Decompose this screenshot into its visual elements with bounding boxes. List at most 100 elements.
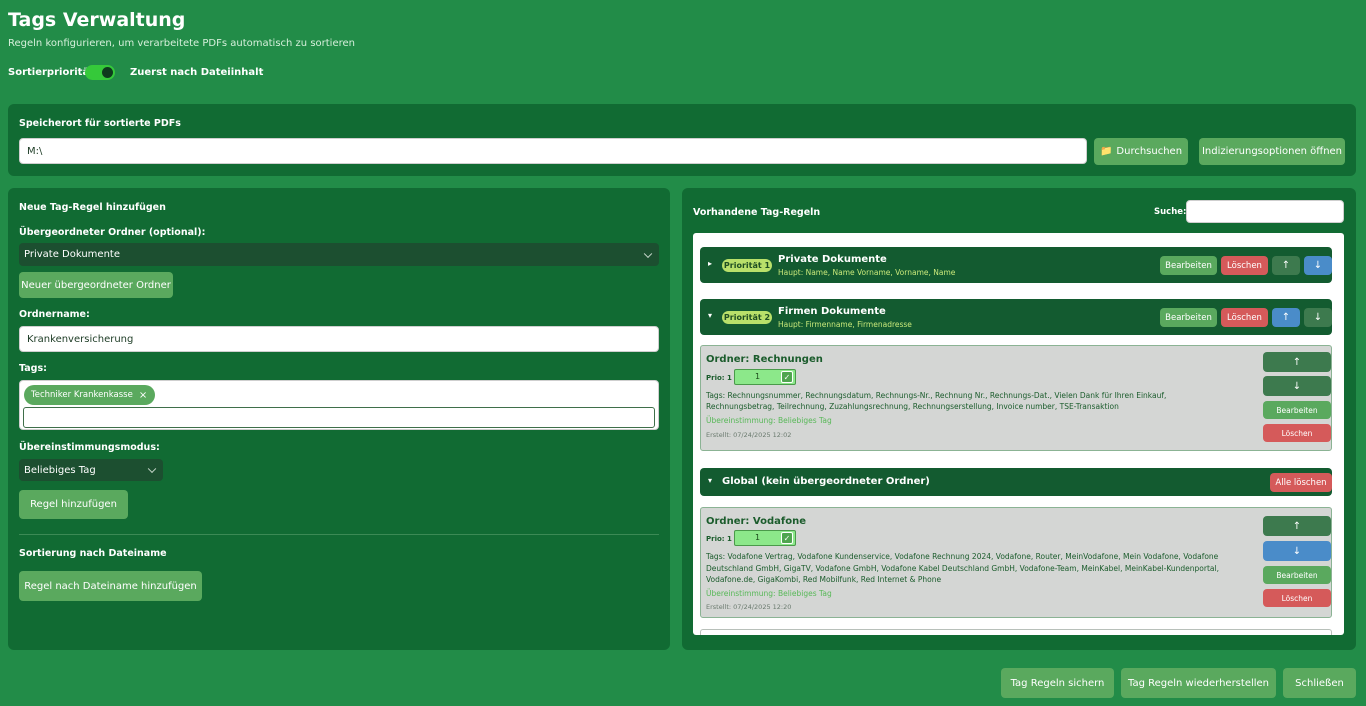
delete-button[interactable]: Löschen <box>1221 308 1268 327</box>
rule-tags-line: Vodafone.de, GigaKombi, Red Mobilfunk, R… <box>706 575 942 584</box>
rule-card-rechnungen: Ordner: Rechnungen Prio: 1 1 ✓ Tags: Rec… <box>700 345 1332 451</box>
rule-tags: Tags: Rechnungsnummer, Rechnungsdatum, R… <box>706 390 1246 412</box>
close-button[interactable]: Schließen <box>1283 668 1356 698</box>
rule-prio-label: Prio: 1 <box>706 535 732 543</box>
arrow-down-icon: ↓ <box>1313 312 1323 323</box>
move-up-button[interactable]: ↑ <box>1272 256 1300 275</box>
confirm-check-icon[interactable]: ✓ <box>781 532 793 544</box>
rule-title: Ordner: Rechnungen <box>706 354 823 365</box>
move-up-button[interactable]: ↑ <box>1263 516 1331 536</box>
rule-tags-line: Tags: Vodafone Vertrag, Vodafone Kundens… <box>706 552 1219 561</box>
match-mode-label: Übereinstimmungsmodus: <box>19 442 160 453</box>
tag-input[interactable] <box>23 407 655 428</box>
delete-button[interactable]: Löschen <box>1221 256 1268 275</box>
browse-button-label: Durchsuchen <box>1116 146 1183 157</box>
parent-folder-select[interactable]: Private Dokumente <box>19 243 659 266</box>
existing-rules-title: Vorhandene Tag-Regeln <box>693 207 821 218</box>
rule-tags-line: Deutschland GmbH, GigaTV, Vodafone GmbH,… <box>706 563 1219 573</box>
edit-button[interactable]: Bearbeiten <box>1263 566 1331 584</box>
parent-folder-value: Private Dokumente <box>24 249 120 260</box>
rule-tags-line: Tags: Rechnungsnummer, Rechnungsdatum, R… <box>706 391 1167 400</box>
rule-match: Übereinstimmung: Beliebiges Tag <box>706 589 832 598</box>
sort-priority-text: Zuerst nach Dateiinhalt <box>130 67 264 78</box>
group-name: Firmen Dokumente <box>778 306 886 317</box>
delete-all-button[interactable]: Alle löschen <box>1270 473 1332 492</box>
move-down-button[interactable]: ↓ <box>1263 376 1331 396</box>
arrow-down-icon: ↓ <box>1292 380 1302 392</box>
priority-badge: Priorität 1 <box>722 259 772 272</box>
move-down-button[interactable]: ↓ <box>1304 256 1332 275</box>
rule-prio-label: Prio: 1 <box>706 374 732 382</box>
priority-spinbox[interactable]: 1 ✓ <box>734 530 796 546</box>
collapse-down-icon[interactable]: ▾ <box>708 311 712 320</box>
sort-priority-toggle[interactable] <box>85 65 115 80</box>
delete-button[interactable]: Löschen <box>1263 424 1331 442</box>
move-up-button[interactable]: ↑ <box>1272 308 1300 327</box>
move-down-button[interactable]: ↓ <box>1263 541 1331 561</box>
match-mode-select[interactable]: Beliebiges Tag <box>19 459 163 481</box>
browse-button[interactable]: 📁 Durchsuchen <box>1094 138 1188 165</box>
new-rule-title: Neue Tag-Regel hinzufügen <box>19 202 166 213</box>
indexing-options-button[interactable]: Indizierungsoptionen öffnen <box>1199 138 1345 165</box>
group-company-documents[interactable]: ▾ Priorität 2 Firmen Dokumente Haupt: Fi… <box>700 299 1332 335</box>
divider <box>19 534 659 535</box>
collapse-right-icon[interactable]: ▸ <box>708 259 712 268</box>
arrow-down-icon: ↓ <box>1292 545 1302 557</box>
group-global[interactable]: ▾ Global (kein übergeordneter Ordner) Al… <box>700 468 1332 496</box>
match-mode-value: Beliebiges Tag <box>24 464 96 476</box>
edit-button[interactable]: Bearbeiten <box>1160 256 1217 275</box>
group-name: Private Dokumente <box>778 254 887 265</box>
move-down-button[interactable]: ↓ <box>1304 308 1332 327</box>
arrow-up-icon: ↑ <box>1281 260 1291 271</box>
toggle-knob <box>102 67 113 78</box>
rules-list: ▸ Priorität 1 Private Dokumente Haupt: N… <box>693 233 1344 635</box>
add-rule-button[interactable]: Regel hinzufügen <box>19 490 128 519</box>
filename-rule-button[interactable]: Regel nach Dateiname hinzufügen <box>19 571 202 601</box>
group-sub: Haupt: Name, Name Vorname, Vorname, Name <box>778 268 956 277</box>
global-group-title: Global (kein übergeordneter Ordner) <box>722 476 930 487</box>
existing-rules-panel: Vorhandene Tag-Regeln Suche: ▸ Priorität… <box>682 188 1356 650</box>
rule-tags-line: Rechnungsbetrag, Teilrechnung, Zuzahlung… <box>706 402 1119 411</box>
save-rules-button[interactable]: Tag Regeln sichern <box>1001 668 1114 698</box>
arrow-down-icon: ↓ <box>1313 260 1323 271</box>
page-title: Tags Verwaltung <box>8 9 186 31</box>
priority-value: 1 <box>755 372 761 381</box>
folder-name-label: Ordnername: <box>19 309 90 320</box>
folder-icon: 📁 <box>1099 146 1113 157</box>
arrow-up-icon: ↑ <box>1292 356 1302 368</box>
rule-title: Ordner: Vodafone <box>706 516 806 527</box>
priority-value: 1 <box>755 533 761 542</box>
chevron-down-icon <box>147 464 157 474</box>
rule-created: Erstellt: 07/24/2025 12:20 <box>706 603 792 611</box>
tag-chip-label: Techniker Krankenkasse <box>31 390 133 400</box>
tag-chip: Techniker Krankenkasse × <box>24 385 156 405</box>
restore-rules-button[interactable]: Tag Regeln wiederherstellen <box>1121 668 1276 698</box>
group-sub: Haupt: Firmenname, Firmenadresse <box>778 320 912 329</box>
search-input[interactable] <box>1186 200 1344 223</box>
parent-folder-label: Übergeordneter Ordner (optional): <box>19 227 206 238</box>
storage-path-input[interactable]: M:\ <box>19 138 1087 164</box>
new-parent-folder-button[interactable]: Neuer übergeordneter Ordner <box>19 272 173 298</box>
confirm-check-icon[interactable]: ✓ <box>781 371 793 383</box>
group-private-documents[interactable]: ▸ Priorität 1 Private Dokumente Haupt: N… <box>700 247 1332 283</box>
tag-remove-icon[interactable]: × <box>139 390 147 401</box>
next-rule-card-edge <box>700 629 1332 635</box>
delete-button[interactable]: Löschen <box>1263 589 1331 607</box>
priority-spinbox[interactable]: 1 ✓ <box>734 369 796 385</box>
rule-created: Erstellt: 07/24/2025 12:02 <box>706 431 792 439</box>
rule-tags: Tags: Vodafone Vertrag, Vodafone Kundens… <box>706 551 1254 586</box>
arrow-up-icon: ↑ <box>1292 520 1302 532</box>
page-subtitle: Regeln konfigurieren, um verarbeitete PD… <box>8 38 355 49</box>
folder-name-input[interactable]: Krankenversicherung <box>19 326 659 352</box>
search-label: Suche: <box>1154 207 1187 217</box>
arrow-up-icon: ↑ <box>1281 312 1291 323</box>
storage-panel: Speicherort für sortierte PDFs M:\ 📁 Dur… <box>8 104 1356 176</box>
priority-badge: Priorität 2 <box>722 311 772 324</box>
edit-button[interactable]: Bearbeiten <box>1160 308 1217 327</box>
new-rule-panel: Neue Tag-Regel hinzufügen Übergeordneter… <box>8 188 670 650</box>
tags-box: Techniker Krankenkasse × <box>19 380 659 430</box>
move-up-button[interactable]: ↑ <box>1263 352 1331 372</box>
collapse-down-icon[interactable]: ▾ <box>708 476 712 485</box>
edit-button[interactable]: Bearbeiten <box>1263 401 1331 419</box>
chevron-down-icon <box>643 249 653 258</box>
